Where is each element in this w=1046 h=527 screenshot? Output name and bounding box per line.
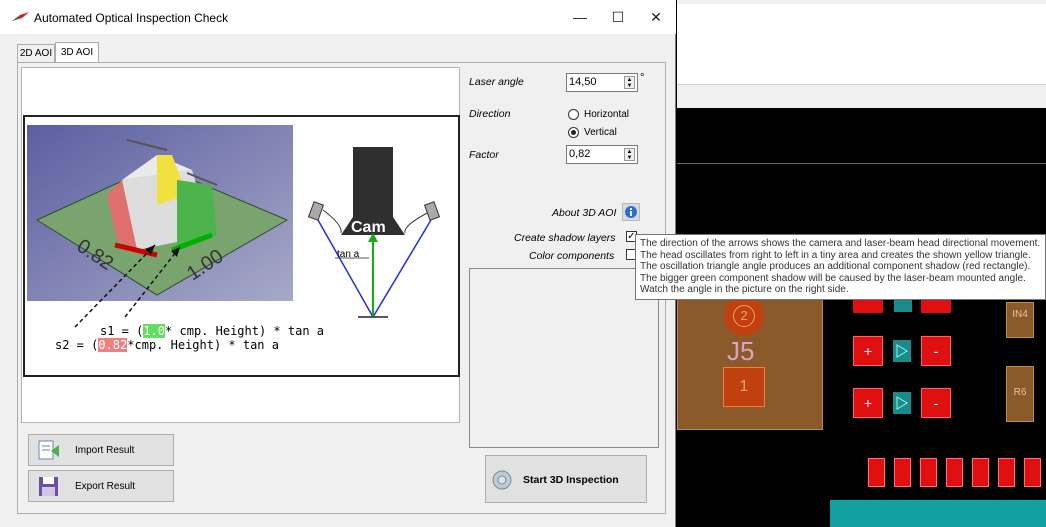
pad-plus-1: +	[853, 336, 883, 366]
diode-2-icon	[893, 392, 911, 414]
pad-plus-2: +	[853, 388, 883, 418]
factor-label: Factor	[469, 149, 499, 161]
equation-s2: s2 = (0.82*cmp. Height) * tan a	[55, 338, 279, 352]
laser-angle-input[interactable]: 14,50 ▲ ▼	[566, 73, 638, 92]
pad-minus-2: -	[921, 388, 951, 418]
factor-spinner[interactable]: ▲ ▼	[624, 148, 635, 161]
import-icon	[38, 440, 59, 460]
direction-label: Direction	[469, 108, 511, 120]
component-r6: R6	[1006, 366, 1034, 422]
about-tooltip: The direction of the arrows shows the ca…	[635, 234, 1046, 300]
horizontal-radio[interactable]	[568, 109, 579, 120]
equation-s1: s1 = (1.0* cmp. Height) * tan a	[100, 324, 324, 338]
diagram-frame: 0.82 1.00 s1 = (1.0* cmp. Height) * tan …	[23, 115, 460, 377]
board-divider	[677, 163, 1046, 164]
horizontal-label: Horizontal	[584, 109, 630, 120]
tooltip-line: The direction of the arrows shows the ca…	[640, 238, 1041, 249]
window-title: Automated Optical Inspection Check	[34, 11, 229, 25]
app-logo-icon	[12, 12, 29, 21]
factor-input[interactable]: 0,82 ▲ ▼	[566, 145, 638, 164]
start-3d-inspection-label: Start 3D Inspection	[523, 474, 619, 486]
about-3d-aoi-label: About 3D AOI	[552, 207, 617, 219]
diode-1-icon	[893, 340, 911, 362]
floppy-disk-icon	[39, 477, 58, 496]
j5-label: J5	[727, 336, 755, 366]
pad-minus-1: -	[921, 336, 951, 366]
start-3d-inspection-button[interactable]: Start 3D Inspection	[485, 455, 647, 503]
close-button[interactable]: ✕	[636, 4, 676, 30]
maximize-button[interactable]: ☐	[598, 4, 638, 30]
background-ribbon	[677, 4, 1046, 85]
tooltip-line: The head oscillates from right to left i…	[640, 249, 1031, 261]
vertical-label: Vertical	[584, 127, 617, 138]
vertical-radio[interactable]	[568, 127, 579, 138]
about-button[interactable]	[622, 203, 640, 221]
laser-angle-label: Laser angle	[469, 76, 524, 88]
smd-pad	[868, 458, 885, 487]
factor-highlight-red: 0.82	[98, 338, 128, 352]
import-result-button[interactable]: Import Result	[28, 434, 174, 466]
tooltip-line: The oscillation triangle angle produces …	[640, 261, 1031, 273]
tab-2d-aoi[interactable]: 2D AOI	[17, 44, 55, 62]
laser-angle-unit: °	[640, 72, 645, 84]
import-result-label: Import Result	[75, 445, 135, 456]
board-edge-area	[830, 500, 1046, 527]
tooltip-line: The bigger green component shadow will b…	[640, 272, 1026, 284]
shadow-layers-label: Create shadow layers	[514, 232, 616, 244]
smd-pad	[1024, 458, 1041, 487]
export-result-button[interactable]: Export Result	[28, 470, 174, 502]
smd-pad	[946, 458, 963, 487]
tab-3d-aoi[interactable]: 3D AOI	[55, 42, 99, 62]
pad-2: 2	[724, 296, 764, 336]
cam-label: Cam	[351, 219, 386, 236]
export-result-label: Export Result	[75, 481, 136, 492]
smd-pad	[920, 458, 937, 487]
title-bar: Automated Optical Inspection Check — ☐ ✕	[0, 0, 676, 34]
color-components-label: Color components	[529, 250, 615, 262]
smd-pad	[894, 458, 911, 487]
laser-angle-spinner[interactable]: ▲ ▼	[624, 76, 635, 89]
tooltip-line: Watch the angle in the picture on the ri…	[640, 284, 849, 296]
minimize-button[interactable]: —	[560, 4, 600, 30]
info-icon	[625, 206, 637, 218]
component-in4: IN4	[1006, 302, 1034, 338]
smd-pad	[998, 458, 1015, 487]
gear-icon	[492, 470, 512, 490]
tan-label: tan a	[337, 249, 360, 260]
pad-1: 1	[723, 367, 765, 407]
factor-highlight-green: 1.0	[143, 324, 166, 338]
preview-box	[469, 268, 659, 448]
smd-pad	[972, 458, 989, 487]
